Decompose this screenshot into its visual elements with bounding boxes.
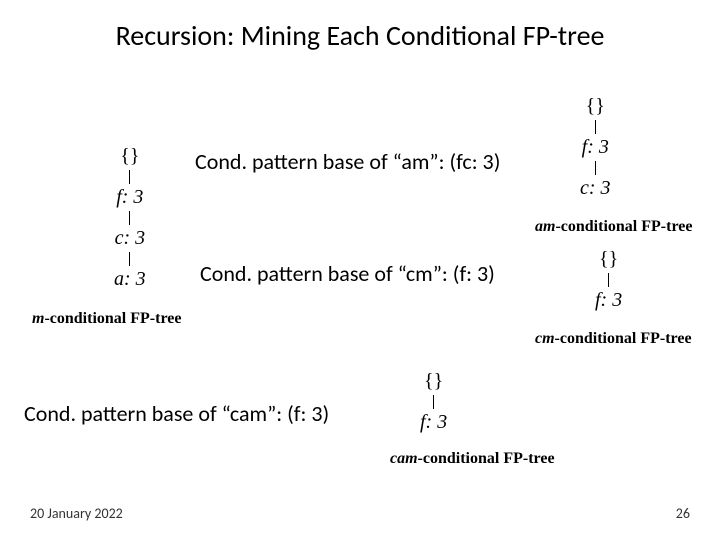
- page-title: Recursion: Mining Each Conditional FP-tr…: [0, 0, 720, 53]
- tree-node-f: f: 3: [595, 289, 622, 312]
- caption-prefix: cam: [390, 450, 418, 467]
- m-tree: {} f: 3 c: 3 a: 3: [114, 145, 146, 291]
- cond-base-cam: Cond. pattern base of “cam”: (f: 3): [24, 400, 329, 427]
- tree-root: {}: [424, 370, 443, 393]
- tree-node-f: f: 3: [420, 411, 447, 434]
- tree-node-a: a: 3: [114, 268, 146, 291]
- cm-tree: {} f: 3: [595, 248, 622, 312]
- caption-rest: -conditional FP-tree: [555, 330, 692, 347]
- footer-page-number: 26: [676, 505, 690, 522]
- caption-rest: -conditional FP-tree: [418, 450, 555, 467]
- tree-edge: [129, 211, 130, 225]
- tree-root: {}: [599, 248, 618, 271]
- tree-node-f: f: 3: [116, 186, 143, 209]
- cam-tree-caption: cam-conditional FP-tree: [390, 450, 555, 468]
- cam-tree: {} f: 3: [420, 370, 447, 434]
- caption-rest: -conditional FP-tree: [555, 218, 692, 235]
- tree-root: {}: [120, 145, 139, 168]
- tree-edge: [608, 273, 609, 287]
- tree-node-c: c: 3: [115, 227, 146, 250]
- tree-root: {}: [586, 95, 605, 118]
- tree-node-f: f: 3: [582, 136, 609, 159]
- caption-prefix: m: [32, 310, 44, 327]
- caption-prefix: am: [535, 218, 555, 235]
- am-tree: {} f: 3 c: 3: [580, 95, 611, 200]
- tree-edge: [595, 161, 596, 175]
- footer-date: 20 January 2022: [30, 505, 123, 522]
- cond-base-am: Cond. pattern base of “am”: (fc: 3): [195, 148, 500, 175]
- m-tree-caption: m-conditional FP-tree: [32, 310, 181, 328]
- caption-prefix: cm: [535, 330, 555, 347]
- tree-node-c: c: 3: [580, 177, 611, 200]
- tree-edge: [129, 170, 130, 184]
- am-tree-caption: am-conditional FP-tree: [535, 218, 692, 236]
- cond-base-cm: Cond. pattern base of “cm”: (f: 3): [200, 260, 495, 287]
- tree-edge: [595, 120, 596, 134]
- cm-tree-caption: cm-conditional FP-tree: [535, 330, 692, 348]
- tree-edge: [433, 395, 434, 409]
- caption-rest: -conditional FP-tree: [44, 310, 181, 327]
- tree-edge: [129, 252, 130, 266]
